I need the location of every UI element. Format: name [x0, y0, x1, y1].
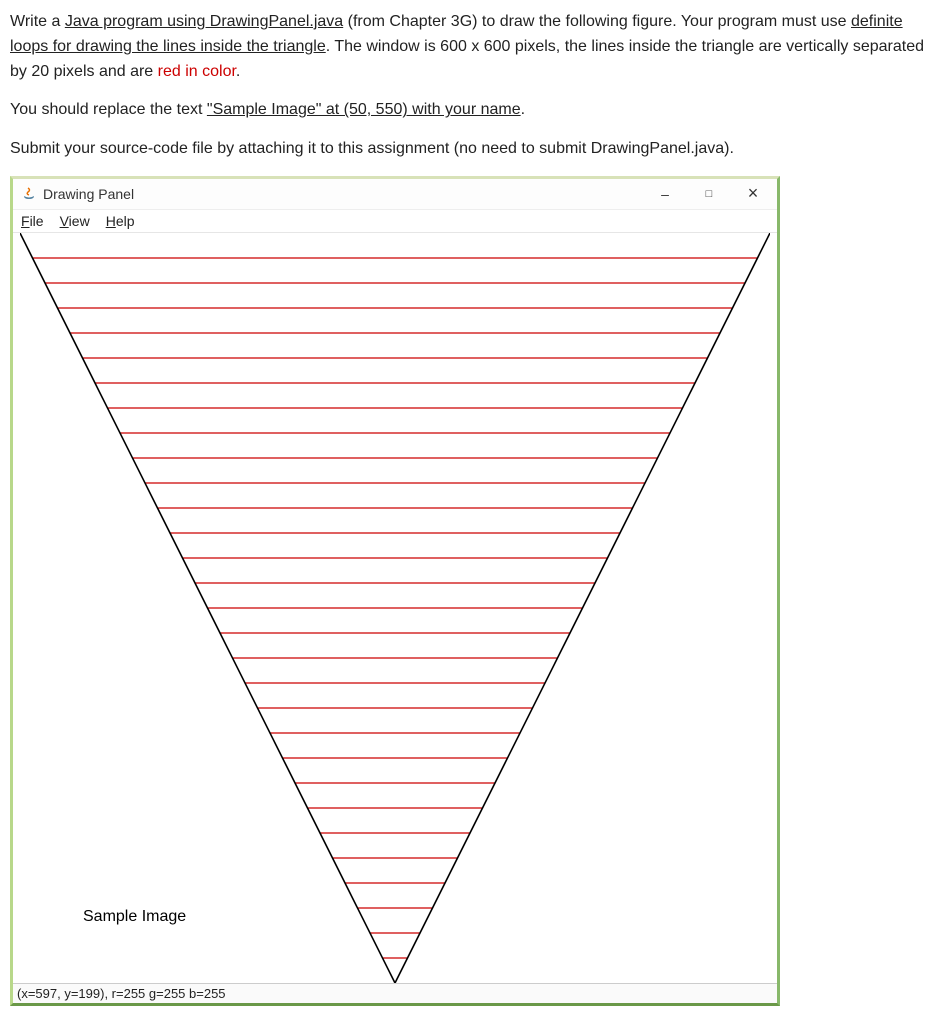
- statusbar: (x=597, y=199), r=255 g=255 b=255: [13, 983, 777, 1003]
- window-title: Drawing Panel: [43, 186, 655, 202]
- menubar: File View Help: [13, 210, 777, 233]
- minimize-button[interactable]: –: [655, 184, 675, 204]
- mnemonic: H: [106, 213, 116, 229]
- menu-label-rest: ile: [30, 213, 44, 229]
- menu-label-rest: elp: [116, 213, 135, 229]
- text: Write a: [10, 13, 65, 30]
- instruction-paragraph-3: Submit your source-code file by attachin…: [10, 137, 926, 162]
- link-drawingpanel: Java program using DrawingPanel.java: [65, 13, 343, 30]
- instruction-paragraph-2: You should replace the text "Sample Imag…: [10, 98, 926, 123]
- instruction-paragraph-1: Write a Java program using DrawingPanel.…: [10, 10, 926, 84]
- drawing-panel-window: Drawing Panel – □ × File View Help Sampl…: [10, 176, 780, 1006]
- mnemonic: F: [21, 213, 30, 229]
- text: .: [236, 63, 240, 80]
- titlebar: Drawing Panel – □ ×: [13, 179, 777, 210]
- text: You should replace the text: [10, 101, 207, 118]
- maximize-button[interactable]: □: [699, 184, 719, 204]
- menu-file[interactable]: File: [21, 213, 44, 229]
- canvas-area: Sample Image: [13, 233, 777, 983]
- close-button[interactable]: ×: [743, 184, 763, 204]
- menu-view[interactable]: View: [60, 213, 90, 229]
- assignment-instructions: Write a Java program using DrawingPanel.…: [10, 10, 926, 162]
- window-controls: – □ ×: [655, 184, 769, 204]
- sample-image-label: Sample Image: [83, 908, 186, 925]
- text: .: [521, 101, 525, 118]
- text-red: red in color: [158, 63, 236, 80]
- java-icon: [21, 186, 37, 202]
- mnemonic: V: [60, 213, 69, 229]
- drawing-canvas: Sample Image: [20, 233, 770, 983]
- link-sample-image: "Sample Image" at (50, 550) with your na…: [207, 101, 521, 118]
- text: (from Chapter 3G) to draw the following …: [343, 13, 851, 30]
- menu-label-rest: iew: [69, 213, 90, 229]
- menu-help[interactable]: Help: [106, 213, 135, 229]
